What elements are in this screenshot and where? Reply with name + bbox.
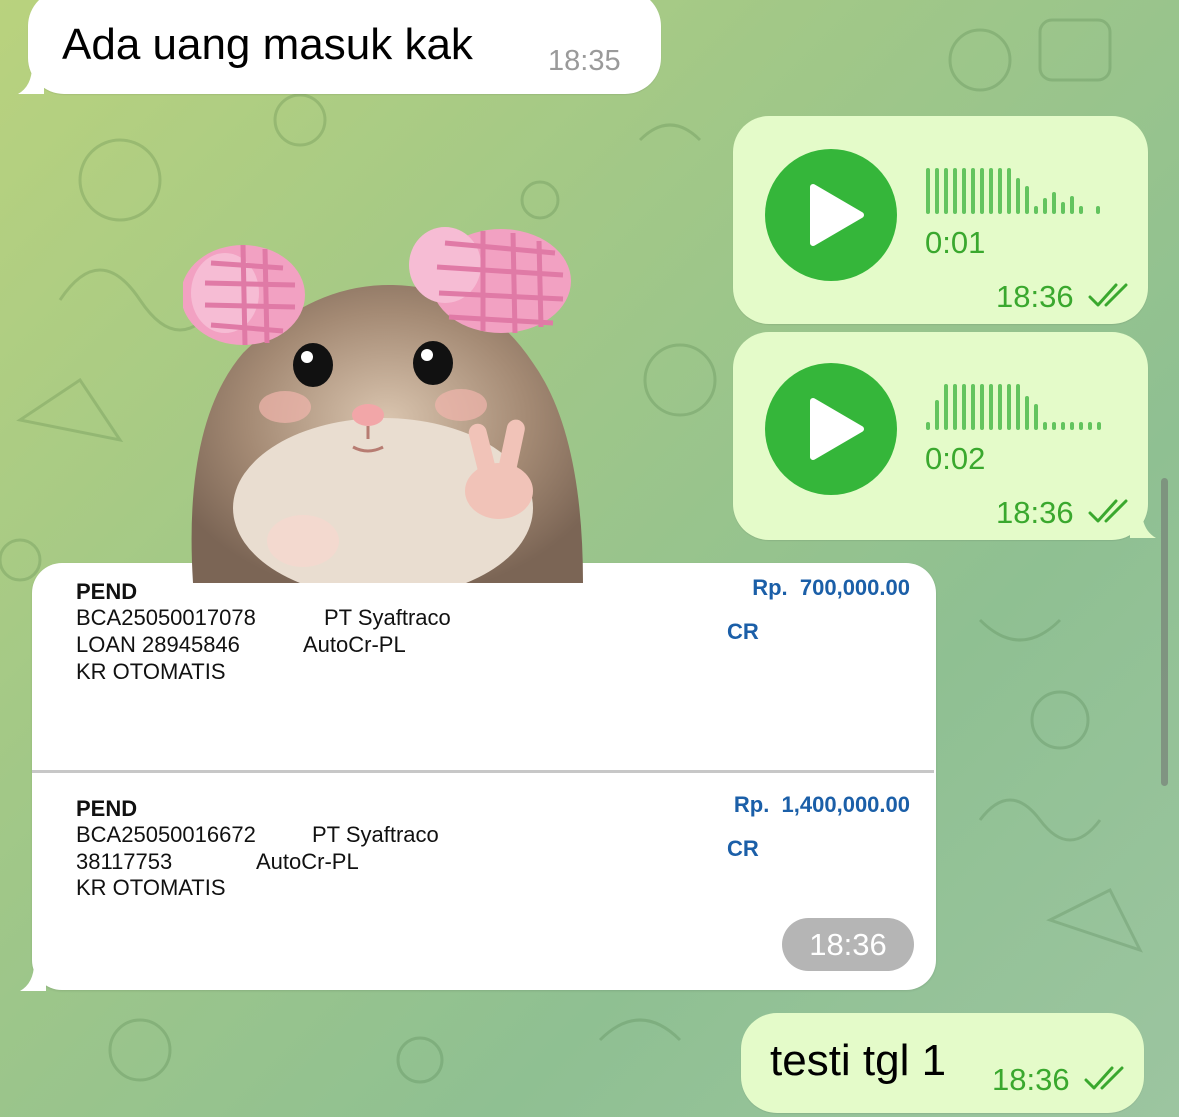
voice-duration-1: 0:01 [925,225,986,260]
transaction-2-desc: AutoCr-PL [256,849,359,874]
voice-duration-2: 0:02 [925,441,986,476]
voice-waveform-1 [926,168,1100,214]
double-check-icon [1084,1066,1124,1090]
bubble-tail [18,66,44,94]
hair-roller-left [183,244,305,346]
transaction-1-desc: AutoCr-PL [303,632,406,657]
transaction-1-type: PEND [76,579,138,604]
outgoing-message-text: testi tgl 1 [770,1036,947,1085]
incoming-message-text: Ada uang masuk kak [62,20,473,69]
play-icon [810,184,864,246]
transaction-divider [32,770,934,773]
play-icon [810,398,864,460]
transfer-screenshot-message[interactable]: PEND BCA25050017078 PT Syaftraco LOAN 28… [32,563,936,990]
incoming-message-time: 18:35 [548,45,621,77]
transaction-1-loan: LOAN 28945846 [76,632,240,657]
transaction-1-ref: BCA25050017078 [76,605,256,630]
bubble-tail [1130,510,1156,538]
transaction-2-method: KR OTOMATIS [76,875,226,900]
voice-time-1: 18:36 [996,279,1074,314]
hamster-sticker[interactable] [183,223,593,583]
double-check-icon [1088,499,1128,523]
transaction-2-type: PEND [76,796,138,821]
transaction-2-account: 38117753 [76,849,173,874]
chat-scrollbar[interactable] [1161,478,1168,786]
transaction-2-ref: BCA25050016672 [76,822,256,847]
transaction-2-amount: Rp. 1,400,000.00 [733,792,910,817]
double-check-icon [1088,283,1128,307]
play-button-2[interactable] [765,363,897,495]
transaction-1-amount: Rp. 700,000.00 [752,575,910,600]
bubble-tail [20,963,46,991]
outgoing-message-time: 18:36 [992,1062,1070,1097]
transaction-1-name: PT Syaftraco [324,605,451,630]
voice-time-2: 18:36 [996,495,1074,530]
voice-waveform-2 [926,384,1101,430]
transaction-2-credit: CR [727,836,759,861]
transaction-1-credit: CR [727,619,759,644]
transaction-2-name: PT Syaftraco [312,822,439,847]
media-timestamp: 18:36 [782,918,914,971]
play-button-1[interactable] [765,149,897,281]
transaction-1-method: KR OTOMATIS [76,659,226,684]
